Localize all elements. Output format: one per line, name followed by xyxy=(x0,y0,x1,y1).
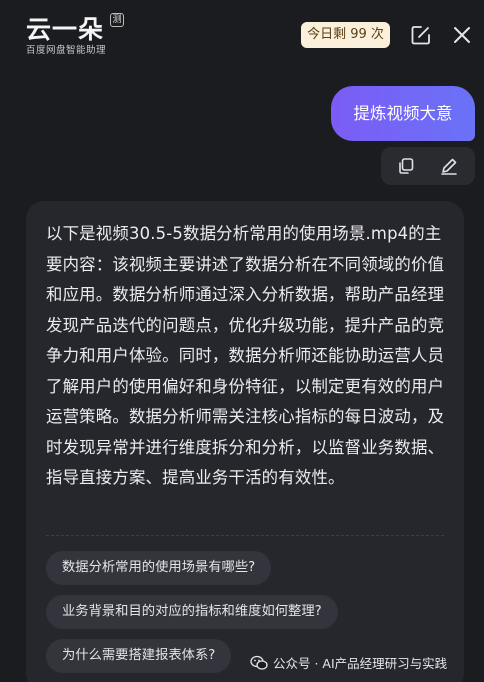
answer-card: 以下是视频30.5-5数据分析常用的使用场景.mp4的主要内容：该视频主要讲述了… xyxy=(26,201,464,682)
suggestion-chip[interactable]: 数据分析常用的使用场景有哪些? xyxy=(46,551,272,585)
wechat-icon xyxy=(250,655,268,670)
quota-badge: 今日剩 99 次 xyxy=(301,22,390,48)
user-message-bubble: 提炼视频大意 xyxy=(331,86,475,141)
message-toolbar xyxy=(381,147,475,185)
logo-subtitle: 百度网盘智能助理 xyxy=(26,45,107,56)
close-icon[interactable] xyxy=(451,24,473,46)
logo-badge: 测 xyxy=(110,13,124,27)
pencil-icon[interactable] xyxy=(439,156,459,176)
divider xyxy=(46,535,444,536)
edit-icon[interactable] xyxy=(410,24,432,46)
suggestion-chip[interactable]: 业务背景和目的对应的指标和维度如何整理? xyxy=(46,595,338,629)
copy-icon[interactable] xyxy=(396,156,416,176)
suggestion-chip[interactable]: 为什么需要搭建报表体系? xyxy=(46,639,232,673)
answer-text: 以下是视频30.5-5数据分析常用的使用场景.mp4的主要内容：该视频主要讲述了… xyxy=(46,224,445,487)
header: 云一朵 测 百度网盘智能助理 今日剩 99 次 xyxy=(0,0,484,72)
logo: 云一朵 测 百度网盘智能助理 xyxy=(26,10,126,56)
watermark-text: 公众号 · AI产品经理研习与实践 xyxy=(273,656,448,671)
footer-watermark: 公众号 · AI产品经理研习与实践 xyxy=(250,653,447,672)
logo-title: 云一朵 xyxy=(26,15,105,44)
